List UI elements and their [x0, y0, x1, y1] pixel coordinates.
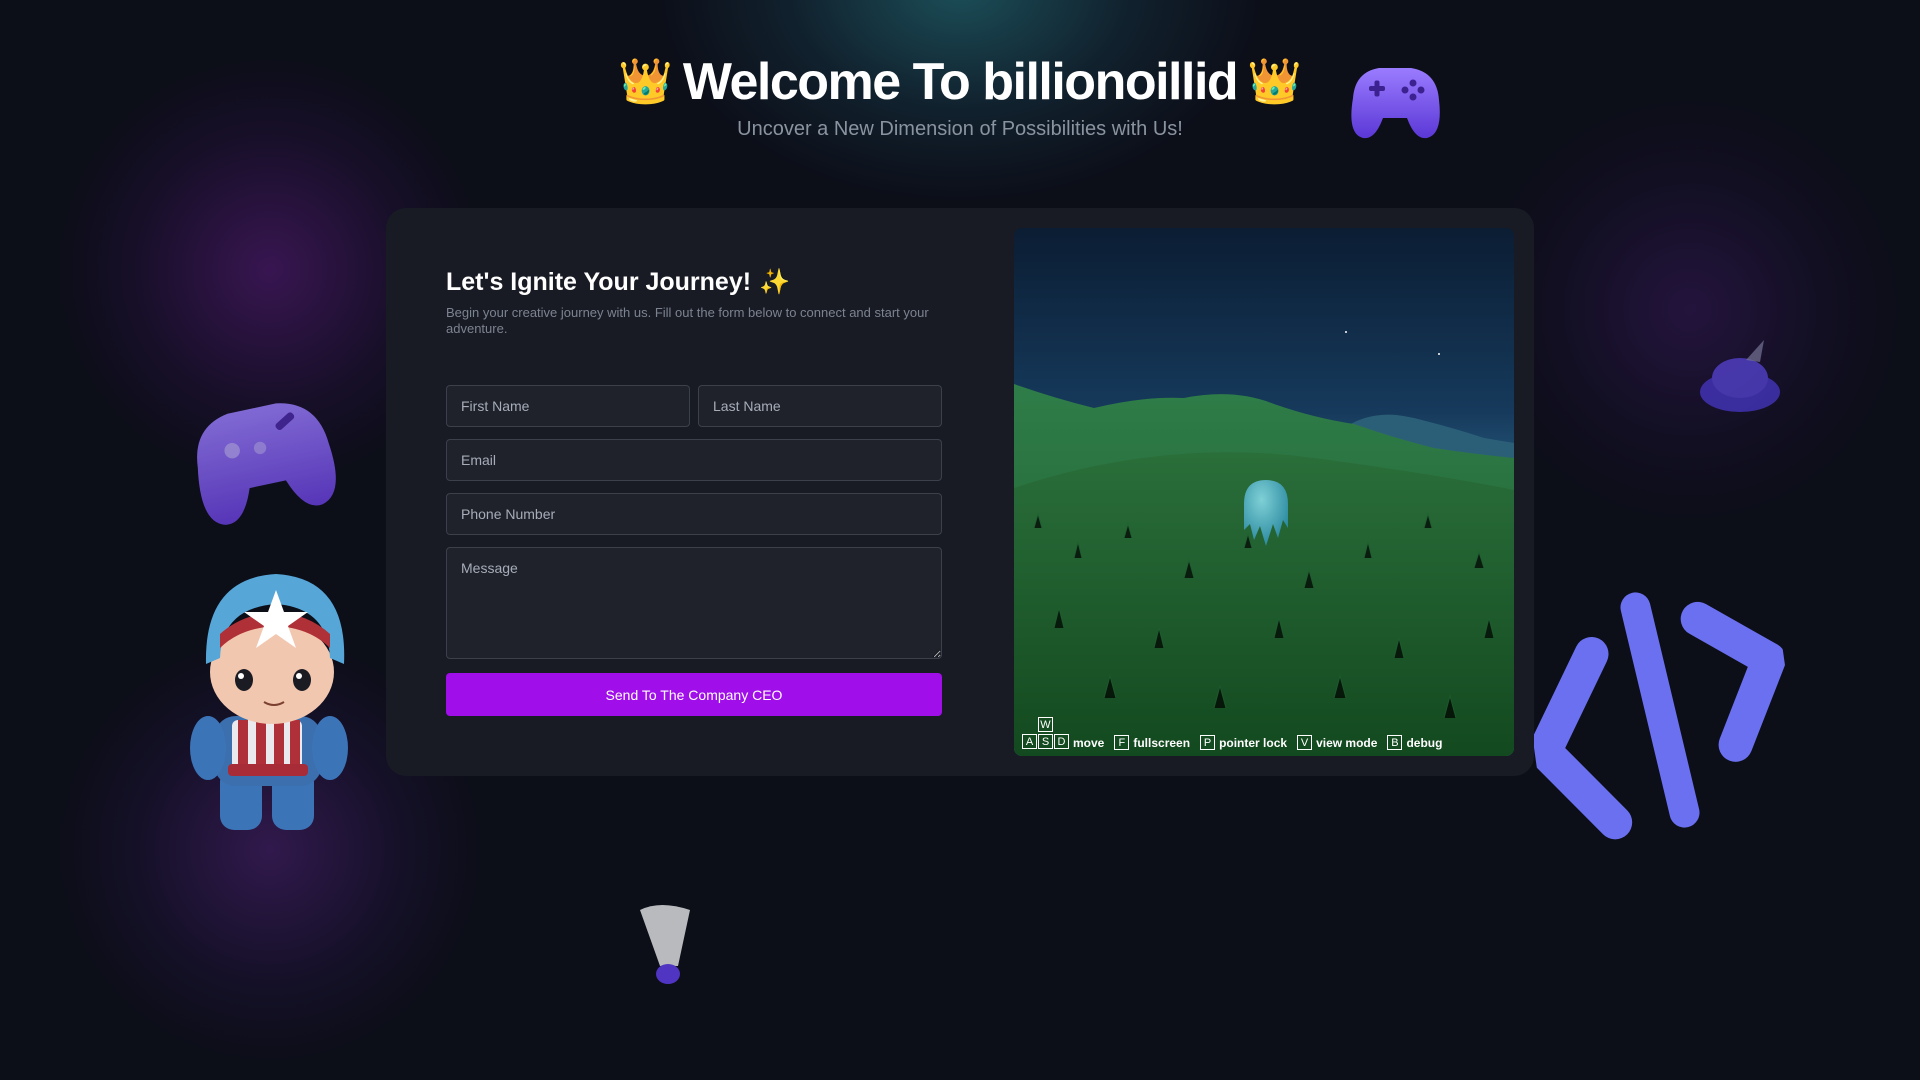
name-row	[446, 385, 942, 427]
hero-character	[190, 574, 348, 830]
crown-icon: 👑	[1247, 56, 1302, 107]
shuttlecock-icon	[640, 905, 690, 984]
key-p: P	[1200, 735, 1216, 750]
form-description: Begin your creative journey with us. Fil…	[446, 305, 929, 336]
page-header: 👑 Welcome To billionoillid 👑 Uncover a N…	[0, 52, 1920, 141]
key-d: D	[1054, 734, 1069, 749]
key-b: B	[1387, 735, 1403, 750]
contact-panel: Let's Ignite Your Journey! ✨ Begin your …	[386, 208, 1534, 776]
first-name-input[interactable]	[446, 385, 690, 427]
pointer-lock-control: P pointer lock	[1200, 735, 1287, 750]
message-textarea[interactable]	[446, 547, 942, 659]
move-label: move	[1073, 736, 1105, 750]
wasd-keys: W A S D	[1022, 717, 1069, 750]
form-title: Let's Ignite Your Journey! ✨	[446, 268, 942, 297]
last-name-input[interactable]	[698, 385, 942, 427]
scene-controls: W A S D move F fullscreen P pointer lock…	[1022, 717, 1442, 750]
view-mode-label: view mode	[1316, 736, 1378, 750]
title-row: 👑 Welcome To billionoillid 👑	[0, 52, 1920, 112]
code-icon	[1527, 592, 1787, 840]
key-v: V	[1297, 735, 1313, 750]
sparkles-icon: ✨	[759, 268, 791, 296]
debug-control: B debug	[1387, 735, 1442, 750]
view-mode-control: V view mode	[1297, 735, 1377, 750]
debug-label: debug	[1406, 736, 1443, 750]
pointer-lock-label: pointer lock	[1219, 736, 1288, 750]
contact-form: Let's Ignite Your Journey! ✨ Begin your …	[446, 268, 942, 716]
3d-scene-canvas[interactable]: W A S D move F fullscreen P pointer lock…	[1014, 228, 1514, 756]
submit-button[interactable]: Send To The Company CEO	[446, 673, 942, 716]
email-input[interactable]	[446, 439, 942, 481]
key-s: S	[1038, 734, 1053, 749]
key-f: F	[1114, 735, 1130, 750]
hat-icon	[1700, 340, 1780, 412]
crown-icon: 👑	[618, 56, 673, 107]
fullscreen-control: F fullscreen	[1114, 735, 1190, 750]
phone-input[interactable]	[446, 493, 942, 535]
form-title-text: Let's Ignite Your Journey!	[446, 268, 752, 296]
page-subtitle: Uncover a New Dimension of Possibilities…	[737, 118, 1183, 140]
move-control: W A S D move	[1022, 717, 1104, 750]
fullscreen-label: fullscreen	[1133, 736, 1191, 750]
key-a: A	[1022, 734, 1037, 749]
page-title: Welcome To billionoillid	[682, 53, 1239, 111]
scene-landscape	[1014, 228, 1514, 756]
gamepad-icon	[1351, 68, 1440, 139]
key-w: W	[1038, 717, 1053, 732]
gamepad-icon	[197, 403, 336, 525]
right-glow	[1480, 100, 1900, 520]
